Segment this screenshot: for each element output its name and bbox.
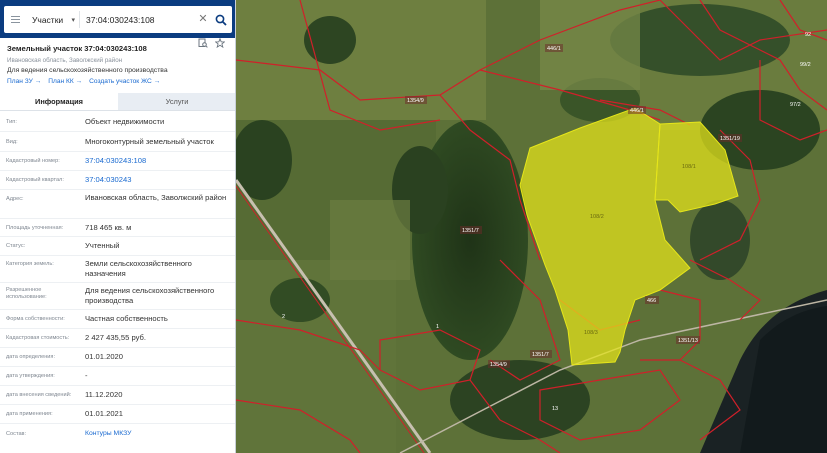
info-row-cadastral-value: Кадастровая стоимость: 2 427 435,55 руб. — [0, 329, 235, 348]
map-label: 108/3 — [584, 330, 598, 336]
map-label: 1351/7 — [530, 350, 552, 358]
info-value: Для ведения сельскохозяйственного произв… — [85, 286, 215, 305]
info-value: 2 427 435,55 руб. — [85, 333, 146, 342]
search-bar: Участки ▾ ✕ — [0, 0, 235, 38]
search-icon — [215, 14, 227, 26]
info-row-date-applied: дата применения: 01.01.2021 — [0, 405, 235, 424]
composition-link[interactable]: Контуры МКЗУ — [85, 429, 230, 439]
map-label: 466 — [645, 296, 659, 304]
info-row-date-determined: дата определения: 01.01.2020 — [0, 348, 235, 367]
info-row-permitted-use: Разрешенное использование: Для ведения с… — [0, 283, 235, 310]
document-search-icon[interactable] — [198, 38, 208, 48]
info-label: Тип: — [6, 119, 17, 125]
cadastral-number-link[interactable]: 37:04:030243:108 — [85, 156, 230, 166]
map-label: 97/2 — [790, 102, 801, 108]
info-value: Частная собственность — [85, 314, 168, 323]
info-value: Учтенный — [85, 241, 120, 250]
info-value: Ивановская область, Заволжский район — [85, 193, 227, 202]
svg-text:1351/13: 1351/13 — [678, 338, 698, 344]
info-label: Кадастровый номер: — [6, 158, 60, 164]
search-box: Участки ▾ ✕ — [4, 6, 232, 33]
info-label: Разрешенное использование: — [6, 287, 47, 300]
info-label: Категория земель: — [6, 261, 54, 267]
info-value: Объект недвижимости — [85, 117, 165, 126]
info-label: Кадастровая стоимость: — [6, 335, 70, 341]
info-row-ownership: Форма собственности: Частная собственнос… — [0, 310, 235, 329]
info-value: 01.01.2020 — [85, 352, 124, 361]
parcel-title: Земельный участок 37:04:030243:108 — [7, 44, 147, 53]
info-label: дата внесения сведений: — [6, 392, 72, 398]
header-actions — [198, 38, 225, 48]
info-row-address: Адрес: Ивановская область, Заволжский ра… — [0, 190, 235, 219]
info-row-category: Категория земель: Земли сельскохозяйстве… — [0, 256, 235, 283]
info-value: Земли сельскохозяйственного назначения — [85, 259, 192, 278]
info-row-kind: Вид: Многоконтурный земельный участок — [0, 132, 235, 152]
map-label: 92 — [805, 32, 811, 38]
svg-text:1351/7: 1351/7 — [532, 352, 549, 358]
parcel-links: План ЗУ → План КК → Создать участок ЖС → — [7, 78, 229, 85]
info-label: Состав: — [6, 431, 27, 437]
info-label: Форма собственности: — [6, 316, 65, 322]
map-label: 1351/19 — [718, 134, 742, 142]
search-type-label: Участки — [32, 14, 64, 25]
svg-text:1354/9: 1354/9 — [490, 362, 507, 368]
map-label: 446/1 — [628, 106, 646, 114]
parcel-address-short: Ивановская область, Заволжский район — [7, 57, 123, 64]
info-value: 01.01.2021 — [85, 409, 124, 418]
plan-kk-link[interactable]: План КК → — [48, 78, 82, 85]
search-type-select[interactable]: Участки ▾ — [26, 11, 80, 28]
map-label: 1354/9 — [405, 96, 427, 104]
svg-text:446/1: 446/1 — [547, 46, 561, 52]
info-value: Многоконтурный земельный участок — [85, 137, 214, 146]
info-label: Статус: — [6, 243, 26, 249]
svg-text:1354/9: 1354/9 — [407, 98, 424, 104]
info-value: 718 465 кв. м — [85, 223, 132, 232]
create-zhs-link[interactable]: Создать участок ЖС → — [89, 78, 160, 85]
close-icon[interactable]: ✕ — [196, 6, 210, 33]
info-value: - — [85, 371, 88, 380]
map-label: 2 — [282, 314, 285, 320]
menu-icon[interactable] — [4, 6, 26, 33]
info-row-composition: Состав: Контуры МКЗУ — [0, 424, 235, 446]
svg-text:466: 466 — [647, 298, 656, 304]
tab-bar: Информация Услуги — [0, 93, 235, 111]
map-label: 1351/7 — [460, 226, 482, 234]
info-panel: Участки ▾ ✕ Земельный участок 37:04:0302… — [0, 0, 236, 453]
info-label: Кадастровый квартал: — [6, 177, 64, 183]
cadastral-quarter-link[interactable]: 37:04:030243 — [85, 175, 230, 185]
map-label: 1351/13 — [676, 336, 700, 344]
svg-text:446/1: 446/1 — [630, 108, 644, 114]
tab-services[interactable]: Услуги — [118, 93, 235, 110]
info-row-cadastral-number: Кадастровый номер: 37:04:030243:108 — [0, 152, 235, 171]
info-value: 11.12.2020 — [85, 390, 123, 399]
info-row-cadastral-quarter: Кадастровый квартал: 37:04:030243 — [0, 171, 235, 190]
svg-text:1351/7: 1351/7 — [462, 228, 479, 234]
parcel-purpose: Для ведения сельскохозяйственного произв… — [7, 67, 168, 74]
info-label: дата применения: — [6, 411, 53, 417]
tab-info[interactable]: Информация — [0, 93, 118, 110]
chevron-down-icon: ▾ — [71, 16, 75, 24]
plan-zu-link[interactable]: План ЗУ → — [7, 78, 41, 85]
map-label: 446/1 — [545, 44, 563, 52]
map-label: 1 — [436, 324, 439, 330]
info-label: Вид: — [6, 139, 18, 145]
search-button[interactable] — [210, 6, 232, 33]
map-label: 13 — [552, 406, 558, 412]
info-label: Адрес: — [6, 196, 24, 202]
info-label: дата утверждения: — [6, 373, 55, 379]
map-label: 99/2 — [800, 62, 811, 68]
info-label: дата определения: — [6, 354, 56, 360]
map-label: 108/1 — [682, 164, 696, 170]
info-row-status: Статус: Учтенный — [0, 237, 235, 256]
info-row-type: Тип: Объект недвижимости — [0, 112, 235, 132]
svg-text:1351/19: 1351/19 — [720, 136, 740, 142]
map-label: 1354/9 — [488, 360, 510, 368]
map-label: 108/2 — [590, 214, 604, 220]
search-input[interactable] — [80, 14, 196, 25]
info-label: Площадь уточненная: — [6, 225, 64, 231]
info-row-area: Площадь уточненная: 718 465 кв. м — [0, 219, 235, 237]
star-icon[interactable] — [215, 38, 225, 48]
info-row-date-approved: дата утверждения: - — [0, 367, 235, 386]
info-row-date-entered: дата внесения сведений: 11.12.2020 — [0, 386, 235, 405]
